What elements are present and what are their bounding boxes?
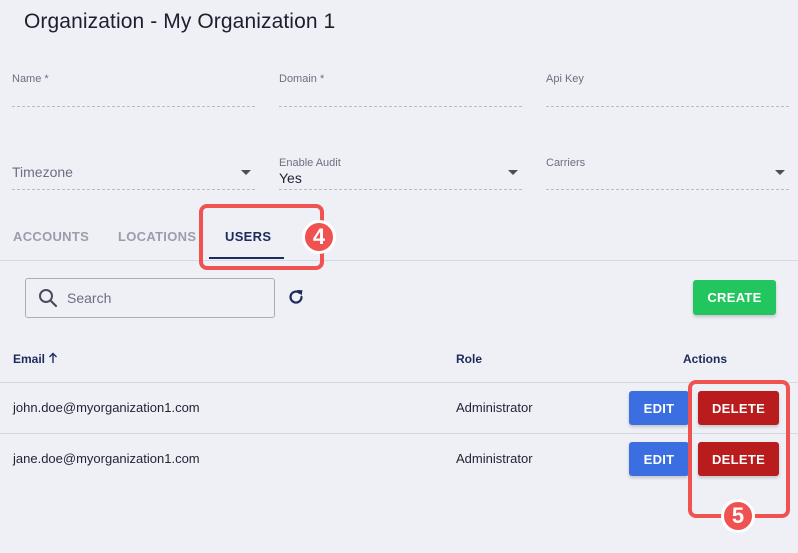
api-key-field-label: Api Key	[546, 73, 584, 85]
enable-audit-value[interactable]: Yes	[279, 170, 302, 186]
header-divider	[0, 382, 798, 383]
carriers-underline	[546, 189, 789, 190]
tab-accounts[interactable]: ACCOUNTS	[13, 229, 89, 244]
api-key-field-underline	[546, 106, 789, 107]
carriers-label: Carriers	[546, 157, 586, 169]
search-input[interactable]	[67, 287, 267, 309]
domain-field-label: Domain *	[279, 73, 325, 85]
annotation-badge: 5	[721, 499, 755, 533]
enable-audit-label: Enable Audit	[279, 157, 341, 169]
column-header-actions: Actions	[683, 352, 728, 366]
search-icon	[38, 288, 58, 308]
user-email: jane.doe@myorganization1.com	[13, 451, 200, 466]
carriers-select[interactable]: Carriers	[546, 157, 789, 191]
timezone-select-underline	[12, 189, 255, 190]
tab-locations[interactable]: LOCATIONS	[118, 229, 196, 244]
chevron-down-icon[interactable]	[508, 170, 518, 175]
domain-field[interactable]: Domain *	[279, 73, 522, 109]
annotation-badge: 4	[302, 220, 336, 254]
user-role: Administrator	[456, 451, 533, 466]
sort-ascending-icon[interactable]	[48, 351, 58, 363]
user-email: john.doe@myorganization1.com	[13, 400, 200, 415]
api-key-field[interactable]: Api Key	[546, 73, 789, 109]
create-button[interactable]: CREATE	[693, 280, 776, 315]
refresh-icon[interactable]	[286, 287, 306, 307]
name-field-underline	[12, 106, 255, 107]
edit-button[interactable]: EDIT	[629, 442, 689, 476]
enable-audit-underline	[279, 189, 522, 190]
user-role: Administrator	[456, 400, 533, 415]
column-header-role: Role	[456, 352, 483, 366]
page-title: Organization - My Organization 1	[24, 10, 336, 33]
tabs-divider	[0, 260, 798, 261]
timezone-select-placeholder: Timezone	[12, 164, 73, 180]
row-divider	[0, 433, 798, 434]
name-field[interactable]: Name *	[12, 73, 255, 109]
domain-field-underline	[279, 106, 522, 107]
annotation-highlight-delete-buttons	[688, 380, 790, 518]
timezone-select[interactable]: Timezone	[12, 157, 255, 191]
edit-button[interactable]: EDIT	[629, 391, 689, 425]
chevron-down-icon[interactable]	[775, 170, 785, 175]
name-field-label: Name *	[12, 73, 49, 85]
search-box[interactable]	[25, 278, 275, 318]
chevron-down-icon[interactable]	[241, 170, 251, 175]
column-header-email[interactable]: Email	[13, 352, 45, 366]
enable-audit-select[interactable]: Enable Audit Yes	[279, 157, 522, 191]
